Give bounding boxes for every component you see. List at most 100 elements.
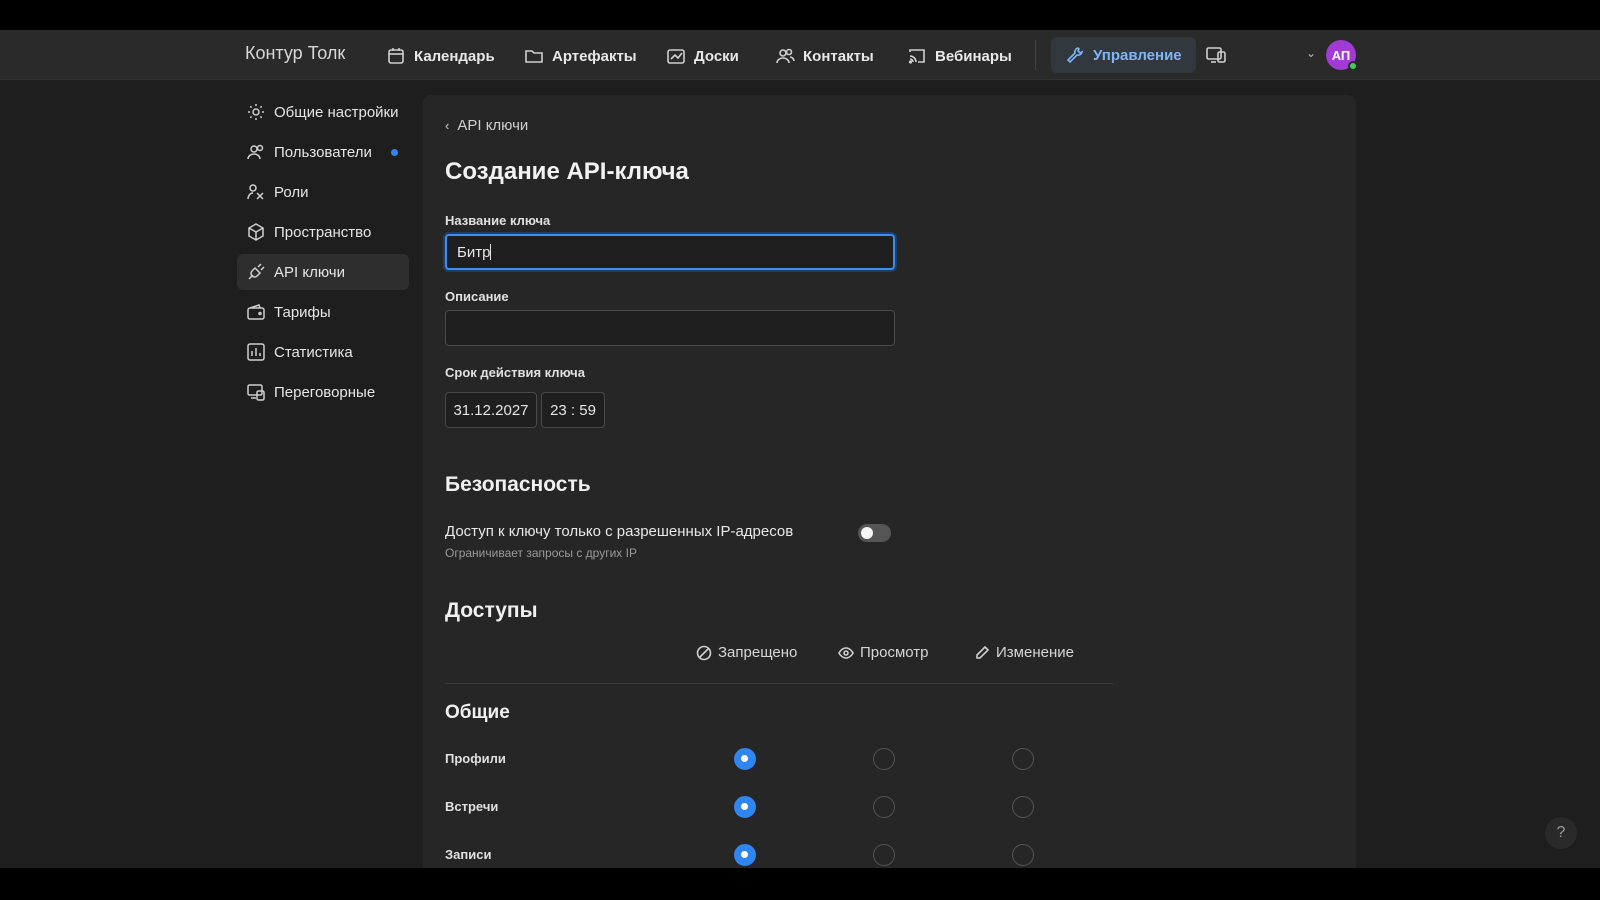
rooms-icon [247,384,265,401]
ip-restriction-title: Доступ к ключу только с разрешенных IP-а… [445,523,794,540]
avatar[interactable]: АП [1326,40,1358,71]
key-name-label: Название ключа [445,213,551,228]
nav-boards[interactable]: Доски [656,41,749,71]
folder-icon [525,50,543,63]
nav-contacts[interactable]: Контакты [765,41,884,71]
text-caret [490,244,492,260]
calendar-icon [388,48,404,64]
users-icon [247,144,264,160]
brand-logo[interactable]: Контур Толк [245,43,345,64]
key-name-value: Битр [457,244,491,261]
sidebar-item-label: Общие настройки [274,103,399,121]
expiry-time-value: 23 : 59 [550,401,596,419]
avatar-initials: АП [1331,47,1351,63]
profiles-edit-radio[interactable] [1012,748,1034,770]
nav-webinars[interactable]: Вебинары [897,41,1022,71]
nav-divider [1035,40,1036,70]
help-icon: ? [1556,824,1566,841]
expiry-time-input[interactable]: 23 : 59 [541,392,605,428]
access-divider [445,683,1113,684]
row-label-profiles: Профили [445,751,506,766]
nav-artifacts-label: Артефакты [552,47,637,65]
chevron-left-icon: ‹ [445,118,450,133]
cube-icon [248,223,264,241]
sidebar-item-statistics[interactable]: Статистика [237,334,409,370]
forbidden-icon [696,645,712,660]
column-header-label: Запрещено [718,644,798,661]
sidebar-item-label: Тарифы [274,303,331,321]
security-heading: Безопасность [445,473,591,496]
profiles-forbidden-radio[interactable] [734,748,756,770]
notification-dot [391,149,398,156]
meetings-view-radio[interactable] [873,796,895,818]
online-status-indicator [1348,61,1358,71]
sidebar-item-api-keys[interactable]: API ключи [237,254,409,290]
key-name-input[interactable]: Битр [445,234,895,270]
roles-icon [247,184,264,200]
contacts-icon [776,48,795,64]
screens-icon [1206,47,1226,63]
recordings-edit-radio[interactable] [1012,844,1034,866]
sidebar-item-label: Пространство [274,223,372,241]
screen-share-button[interactable] [1205,44,1227,71]
stats-icon [247,343,265,361]
expiry-date-value: 31.12.2027 [453,401,529,419]
nav-calendar-label: Календарь [414,47,495,65]
sidebar-item-meeting-rooms[interactable]: Переговорные [237,374,409,410]
nav-artifacts[interactable]: Артефакты [514,41,647,71]
description-input[interactable] [445,310,895,346]
settings-sidebar: Общие настройки Пользователи Роли Простр… [237,94,409,414]
toggle-knob [861,527,873,539]
gear-icon [248,104,264,120]
create-api-key-panel: ‹ API ключи Создание API-ключа Название … [423,95,1356,868]
row-label-recordings: Записи [445,847,492,862]
column-header-edit: Изменение [974,644,1074,661]
access-heading: Доступы [445,599,538,622]
nav-contacts-label: Контакты [803,47,874,65]
cast-icon [908,49,925,64]
meetings-forbidden-radio[interactable] [734,796,756,818]
column-header-forbidden: Запрещено [696,644,797,661]
sidebar-item-label: Роли [274,183,309,201]
help-button[interactable]: ? [1545,817,1577,849]
description-label: Описание [445,289,509,304]
breadcrumb[interactable]: ‹ API ключи [445,117,528,134]
nav-management-label: Управление [1093,46,1182,64]
sidebar-item-tariffs[interactable]: Тарифы [237,294,409,330]
wrench-icon [1066,47,1084,64]
recordings-forbidden-radio[interactable] [734,844,756,866]
chevron-down-icon[interactable]: ⌄ [1306,46,1316,60]
sidebar-item-label: Статистика [274,343,353,361]
general-group-heading: Общие [445,702,510,723]
breadcrumb-label: API ключи [457,117,529,134]
ip-restriction-subtitle: Ограничивает запросы с других IP [445,546,637,560]
sidebar-item-label: Переговорные [274,383,376,401]
sidebar-item-label: Пользователи [274,143,372,161]
board-icon [667,49,685,64]
expiry-label: Срок действия ключа [445,365,585,380]
top-nav-bar: Контур Толк Календарь Артефакты Доски Ко… [0,30,1600,80]
nav-webinars-label: Вебинары [935,47,1012,65]
sidebar-item-roles[interactable]: Роли [237,174,409,210]
column-header-label: Изменение [996,644,1074,661]
expiry-date-input[interactable]: 31.12.2027 [445,392,537,428]
nav-boards-label: Доски [694,47,739,65]
eye-icon [838,646,854,659]
nav-management[interactable]: Управление [1051,37,1196,73]
sidebar-item-space[interactable]: Пространство [237,214,409,250]
app-window: Контур Толк Календарь Артефакты Доски Ко… [0,30,1600,868]
column-header-label: Просмотр [860,644,929,661]
meetings-edit-radio[interactable] [1012,796,1034,818]
row-label-meetings: Встречи [445,799,499,814]
sidebar-item-users[interactable]: Пользователи [237,134,409,170]
nav-calendar[interactable]: Календарь [376,41,505,71]
sidebar-item-label: API ключи [274,263,345,281]
pencil-icon [976,645,990,659]
profiles-view-radio[interactable] [873,748,895,770]
recordings-view-radio[interactable] [873,844,895,866]
column-header-view: Просмотр [838,644,929,661]
plug-icon [248,263,265,280]
page-title: Создание API-ключа [445,158,689,185]
ip-restriction-toggle[interactable] [858,524,891,542]
sidebar-item-general-settings[interactable]: Общие настройки [237,94,409,130]
